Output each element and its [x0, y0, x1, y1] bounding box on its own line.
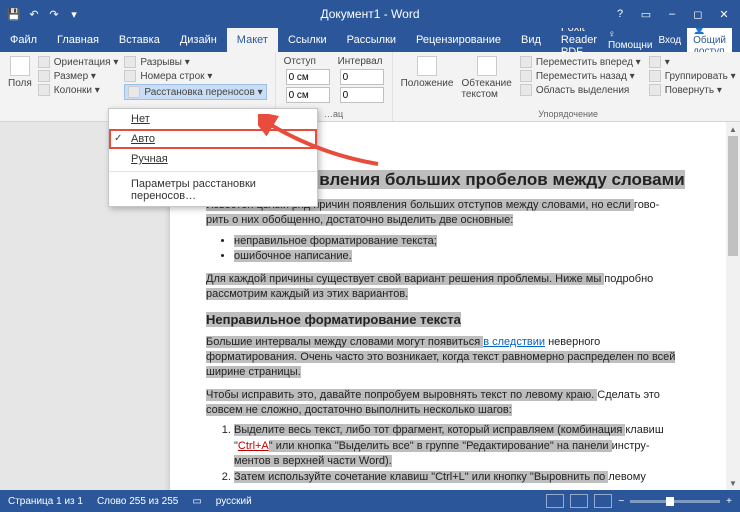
window-title: Документ1 - Word [320, 7, 419, 21]
window-buttons: ? ▭ – ◻ ✕ [608, 4, 740, 24]
selection-pane-icon [520, 84, 532, 96]
zoom-slider[interactable] [630, 500, 720, 503]
scroll-up-icon[interactable]: ▲ [726, 122, 740, 136]
zoom-in-button[interactable]: + [726, 496, 732, 507]
hyphenation-button[interactable]: Расстановка переносов ▾ [124, 84, 266, 100]
group-arrange: Положение Обтекание текстом Переместить … [393, 52, 740, 121]
spacing-label: Интервал [338, 56, 384, 67]
save-icon[interactable]: 💾 [6, 6, 22, 22]
ribbon-display-icon[interactable]: ▭ [634, 4, 658, 24]
maximize-icon[interactable]: ◻ [686, 4, 710, 24]
web-layout-icon[interactable] [594, 494, 612, 508]
tab-insert[interactable]: Вставка [109, 28, 170, 52]
zoom-out-button[interactable]: − [618, 496, 624, 507]
spacing-after-input[interactable] [338, 87, 384, 103]
read-mode-icon[interactable] [546, 494, 564, 508]
proofing-icon[interactable]: ▭ [192, 496, 201, 507]
breaks-icon [124, 56, 136, 68]
selection-pane-button[interactable]: Область выделения [520, 84, 641, 96]
tab-layout[interactable]: Макет [227, 28, 278, 52]
doc-paragraph[interactable]: Большие интервалы между словами могут по… [206, 335, 694, 380]
group-objects-button[interactable]: Группировать ▾ [649, 70, 736, 82]
page-count[interactable]: Страница 1 из 1 [8, 496, 83, 507]
doc-numbered-list[interactable]: Выделите весь текст, либо тот фрагмент, … [206, 423, 694, 485]
rotate-button[interactable]: Повернуть ▾ [649, 84, 736, 96]
sign-in-link[interactable]: Вход [658, 35, 681, 46]
title-bar: 💾 ↶ ↷ ▾ Документ1 - Word ? ▭ – ◻ ✕ [0, 0, 740, 28]
indent-right-input[interactable] [284, 87, 330, 103]
tab-home[interactable]: Главная [47, 28, 109, 52]
minimize-icon[interactable]: – [660, 4, 684, 24]
columns-button[interactable]: Колонки ▾ [38, 84, 119, 96]
position-icon [417, 56, 437, 76]
wrap-icon [477, 56, 497, 76]
line-numbers-icon [124, 70, 136, 82]
line-numbers-button[interactable]: Номера строк ▾ [124, 70, 266, 82]
rotate-icon [649, 84, 661, 96]
tab-file[interactable]: Файл [0, 28, 47, 52]
word-count[interactable]: Слово 255 из 255 [97, 496, 178, 507]
list-item[interactable]: Выделите весь текст, либо тот фрагмент, … [234, 423, 694, 469]
doc-link[interactable]: в следствии [483, 336, 545, 348]
position-button[interactable]: Положение [401, 56, 454, 100]
tab-view[interactable]: Вид [511, 28, 551, 52]
scrollbar-thumb[interactable] [728, 136, 738, 256]
doc-bullet-list[interactable]: неправильное форматирование текста; ошиб… [206, 234, 694, 265]
columns-icon [38, 84, 50, 96]
list-item[interactable]: Затем используйте сочетание клавиш "Ctrl… [234, 470, 694, 485]
group-label-arrange: Упорядочение [401, 109, 736, 119]
tab-design[interactable]: Дизайн [170, 28, 227, 52]
help-icon[interactable]: ? [608, 4, 632, 24]
print-layout-icon[interactable] [570, 494, 588, 508]
align-button[interactable]: ▾ [649, 56, 736, 68]
hyphenation-dropdown: Нет ✓Авто Ручная Параметры расстановки п… [108, 108, 318, 207]
tab-references[interactable]: Ссылки [278, 28, 337, 52]
hyphenation-icon [128, 86, 140, 98]
send-backward-button[interactable]: Переместить назад ▾ [520, 70, 641, 82]
breaks-button[interactable]: Разрывы ▾ [124, 56, 266, 68]
check-icon: ✓ [114, 133, 122, 144]
hyphenation-auto[interactable]: ✓Авто [109, 129, 317, 149]
indent-label: Отступ [284, 56, 330, 67]
quick-access-toolbar: 💾 ↶ ↷ ▾ [0, 6, 82, 22]
list-item[interactable]: неправильное форматирование текста; [234, 234, 694, 249]
language-label[interactable]: русский [216, 496, 252, 507]
tab-mailings[interactable]: Рассылки [337, 28, 406, 52]
doc-paragraph[interactable]: Чтобы исправить это, давайте попробуем в… [206, 388, 694, 418]
qat-customize-icon[interactable]: ▾ [66, 6, 82, 22]
zoom-slider-thumb[interactable] [666, 497, 674, 506]
size-icon [38, 70, 50, 82]
doc-error-link[interactable]: Ctrl+A [238, 440, 269, 452]
send-backward-icon [520, 70, 532, 82]
orientation-icon [38, 56, 50, 68]
tab-review[interactable]: Рецензирование [406, 28, 511, 52]
list-item[interactable]: ошибочное написание. [234, 249, 694, 264]
size-button[interactable]: Размер ▾ [38, 70, 119, 82]
status-bar: Страница 1 из 1 Слово 255 из 255 ▭ русск… [0, 490, 740, 512]
close-icon[interactable]: ✕ [712, 4, 736, 24]
ribbon-tabs: Файл Главная Вставка Дизайн Макет Ссылки… [0, 28, 740, 52]
margins-button[interactable]: Поля [8, 56, 32, 100]
hyphenation-none[interactable]: Нет [109, 109, 317, 129]
orientation-button[interactable]: Ориентация ▾ [38, 56, 119, 68]
tab-foxit[interactable]: Foxit Reader PDF [551, 28, 608, 52]
doc-paragraph[interactable]: Для каждой причины существует свой вариа… [206, 272, 694, 302]
wrap-text-button[interactable]: Обтекание текстом [461, 56, 511, 100]
hyphenation-manual[interactable]: Ручная [109, 149, 317, 169]
redo-icon[interactable]: ↷ [46, 6, 62, 22]
bring-forward-icon [520, 56, 532, 68]
vertical-scrollbar[interactable]: ▲ ▼ [726, 122, 740, 490]
tell-me-field[interactable]: ♀ Помощни [608, 29, 653, 51]
align-icon [649, 56, 661, 68]
group-icon [649, 70, 661, 82]
undo-icon[interactable]: ↶ [26, 6, 42, 22]
spacing-before-input[interactable] [338, 69, 384, 85]
doc-heading-2[interactable]: Неправильное форматирование текста [206, 312, 694, 327]
scroll-down-icon[interactable]: ▼ [726, 476, 740, 490]
indent-left-input[interactable] [284, 69, 330, 85]
dropdown-separator [109, 171, 317, 172]
hyphenation-options[interactable]: Параметры расстановки переносов… [109, 174, 317, 206]
margins-icon [10, 56, 30, 76]
bring-forward-button[interactable]: Переместить вперед ▾ [520, 56, 641, 68]
